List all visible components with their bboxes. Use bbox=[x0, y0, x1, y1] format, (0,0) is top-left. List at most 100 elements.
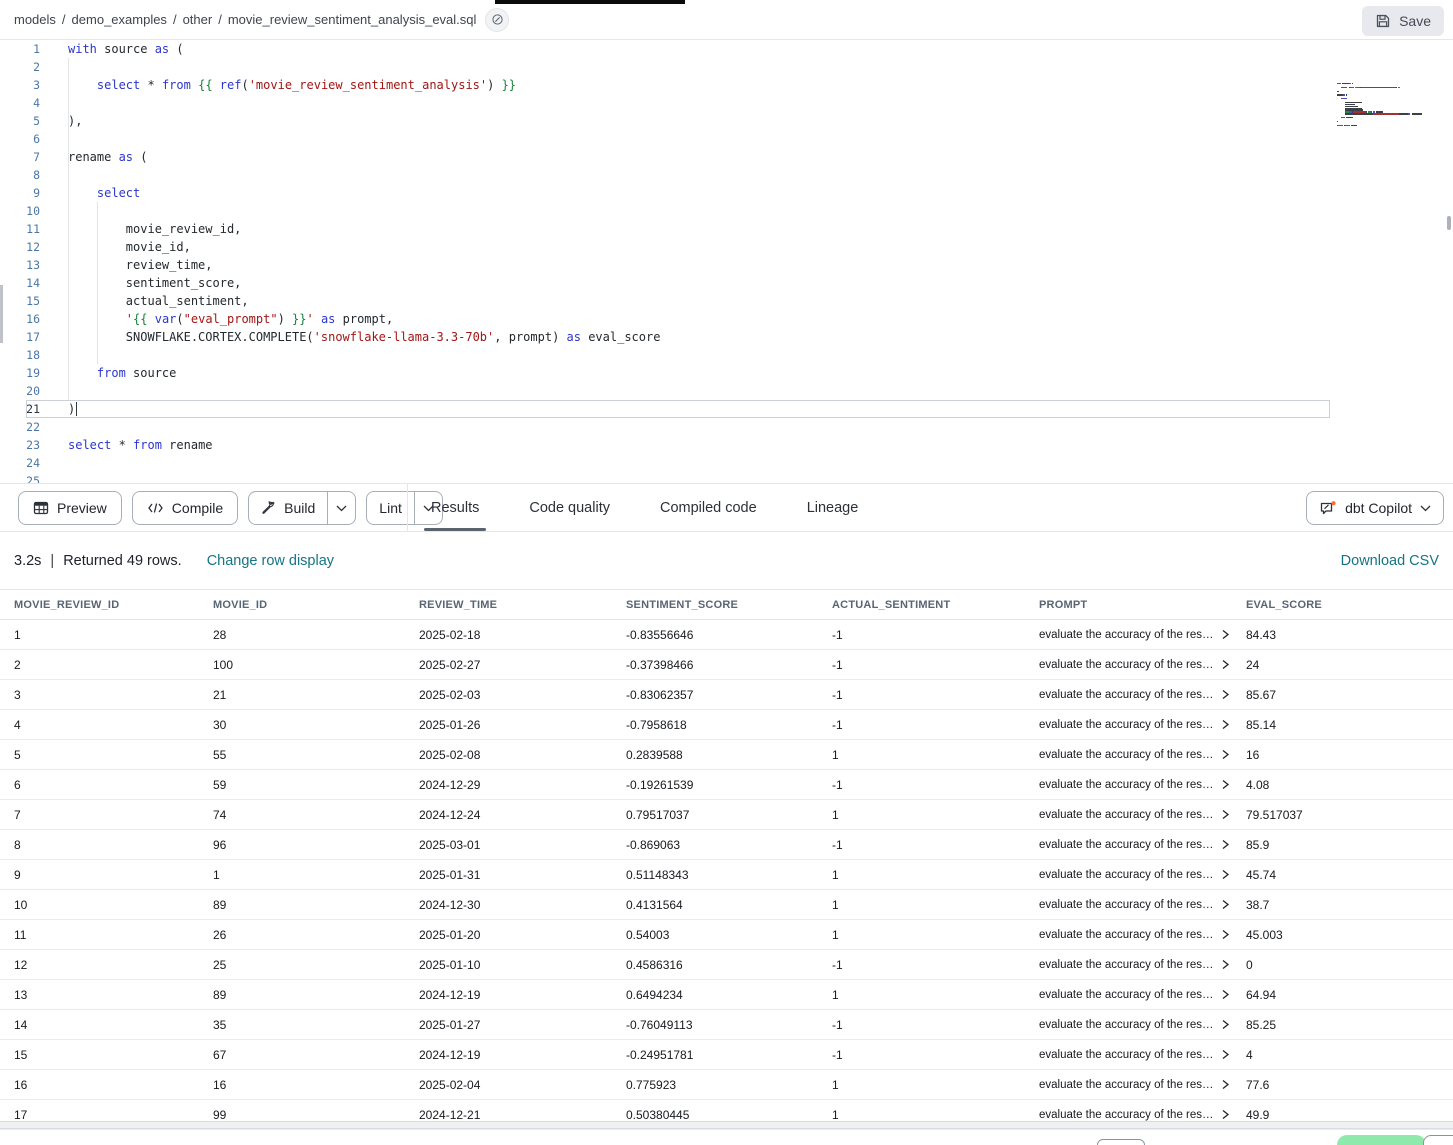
expand-prompt-icon[interactable] bbox=[1221, 1019, 1230, 1030]
breadcrumb-item[interactable]: other bbox=[183, 12, 213, 27]
table-cell: 26 bbox=[213, 928, 419, 942]
build-dropdown-toggle[interactable] bbox=[327, 492, 355, 524]
table-body: 1282025-02-18-0.83556646-1evaluate the a… bbox=[0, 620, 1453, 1130]
eval-score-cell: 0 bbox=[1246, 958, 1453, 972]
save-button[interactable]: Save bbox=[1362, 6, 1444, 36]
table-cell: -0.37398466 bbox=[626, 658, 832, 672]
breadcrumb-item[interactable]: models bbox=[14, 12, 56, 27]
expand-prompt-icon[interactable] bbox=[1221, 869, 1230, 880]
table-cell: 10 bbox=[0, 898, 213, 912]
table-cell: 2025-02-03 bbox=[419, 688, 626, 702]
expand-prompt-icon[interactable] bbox=[1221, 839, 1230, 850]
table-cell: 4 bbox=[0, 718, 213, 732]
sql-code-editor[interactable]: 1with source as (23 select * from {{ ref… bbox=[0, 40, 1453, 483]
code-icon bbox=[147, 501, 164, 515]
table-cell: 0.51148343 bbox=[626, 868, 832, 882]
eval-score-cell: 38.7 bbox=[1246, 898, 1453, 912]
prompt-preview-text: evaluate the accuracy of the res… bbox=[1039, 899, 1214, 911]
expand-prompt-icon[interactable] bbox=[1221, 809, 1230, 820]
breadcrumb-separator: / bbox=[173, 12, 177, 27]
table-row: 12252025-01-100.4586316-1evaluate the ac… bbox=[0, 950, 1453, 980]
expand-prompt-icon[interactable] bbox=[1221, 899, 1230, 910]
expand-prompt-icon[interactable] bbox=[1221, 989, 1230, 1000]
line-number: 3 bbox=[0, 76, 40, 94]
partial-green-button[interactable] bbox=[1337, 1135, 1426, 1145]
table-cell: 2024-12-21 bbox=[419, 1108, 626, 1122]
table-cell: 1 bbox=[832, 928, 1039, 942]
download-csv-link[interactable]: Download CSV bbox=[1341, 553, 1439, 569]
preview-button[interactable]: Preview bbox=[18, 491, 122, 525]
change-row-display-link[interactable]: Change row display bbox=[207, 553, 334, 569]
horizontal-scrollbar[interactable] bbox=[0, 1121, 1453, 1129]
table-cell: 25 bbox=[213, 958, 419, 972]
prompt-preview-text: evaluate the accuracy of the res… bbox=[1039, 719, 1214, 731]
code-line: 6 bbox=[0, 130, 1453, 148]
table-cell: 2025-01-26 bbox=[419, 718, 626, 732]
table-cell: 2025-02-08 bbox=[419, 748, 626, 762]
line-number: 9 bbox=[0, 184, 40, 202]
prompt-preview-text: evaluate the accuracy of the res… bbox=[1039, 779, 1214, 791]
breadcrumb-item[interactable]: demo_examples bbox=[72, 12, 167, 27]
code-line: 4 bbox=[0, 94, 1453, 112]
code-line: 21) bbox=[0, 400, 1453, 418]
table-cell: 2025-02-04 bbox=[419, 1078, 626, 1092]
expand-prompt-icon[interactable] bbox=[1221, 1109, 1230, 1120]
code-line: 7rename as ( bbox=[0, 148, 1453, 166]
tab-lineage[interactable]: Lineage bbox=[800, 484, 866, 531]
table-row: 7742024-12-240.795170371evaluate the acc… bbox=[0, 800, 1453, 830]
table-row: 5552025-02-080.28395881evaluate the accu… bbox=[0, 740, 1453, 770]
code-line: 5), bbox=[0, 112, 1453, 130]
expand-prompt-icon[interactable] bbox=[1221, 779, 1230, 790]
build-button[interactable]: Build bbox=[249, 492, 327, 524]
prompt-preview-text: evaluate the accuracy of the res… bbox=[1039, 689, 1214, 701]
column-header: REVIEW_TIME bbox=[419, 599, 626, 611]
prompt-cell: evaluate the accuracy of the res… bbox=[1039, 929, 1246, 941]
table-cell: 28 bbox=[213, 628, 419, 642]
expand-prompt-icon[interactable] bbox=[1221, 1079, 1230, 1090]
indent-guide bbox=[68, 58, 69, 400]
table-cell: 11 bbox=[0, 928, 213, 942]
expand-prompt-icon[interactable] bbox=[1221, 1049, 1230, 1060]
table-row: 3212025-02-03-0.83062357-1evaluate the a… bbox=[0, 680, 1453, 710]
expand-prompt-icon[interactable] bbox=[1221, 749, 1230, 760]
tab-code-quality[interactable]: Code quality bbox=[522, 484, 617, 531]
dbt-copilot-button[interactable]: dbt Copilot bbox=[1306, 491, 1444, 525]
line-number: 12 bbox=[0, 238, 40, 256]
expand-prompt-icon[interactable] bbox=[1221, 689, 1230, 700]
partial-button[interactable] bbox=[1097, 1139, 1145, 1145]
breadcrumb-item[interactable]: movie_review_sentiment_analysis_eval.sql bbox=[228, 12, 477, 27]
editor-minimap[interactable] bbox=[1337, 83, 1443, 130]
prompt-preview-text: evaluate the accuracy of the res… bbox=[1039, 929, 1214, 941]
prompt-cell: evaluate the accuracy of the res… bbox=[1039, 659, 1246, 671]
file-status-icon[interactable] bbox=[485, 8, 509, 32]
code-line: 12 movie_id, bbox=[0, 238, 1453, 256]
table-cell: -0.76049113 bbox=[626, 1018, 832, 1032]
table-cell: -1 bbox=[832, 688, 1039, 702]
expand-prompt-icon[interactable] bbox=[1221, 659, 1230, 670]
table-cell: 2025-01-20 bbox=[419, 928, 626, 942]
tab-results[interactable]: Results bbox=[424, 484, 486, 531]
tab-compiled-code[interactable]: Compiled code bbox=[653, 484, 764, 531]
prompt-preview-text: evaluate the accuracy of the res… bbox=[1039, 1019, 1214, 1031]
table-cell: -0.19261539 bbox=[626, 778, 832, 792]
expand-prompt-icon[interactable] bbox=[1221, 629, 1230, 640]
prompt-cell: evaluate the accuracy of the res… bbox=[1039, 839, 1246, 851]
partial-outline-button[interactable] bbox=[1423, 1135, 1453, 1145]
table-cell: 1 bbox=[832, 1078, 1039, 1092]
table-cell: 0.6494234 bbox=[626, 988, 832, 1002]
expand-prompt-icon[interactable] bbox=[1221, 929, 1230, 940]
table-cell: 100 bbox=[213, 658, 419, 672]
line-number: 14 bbox=[0, 274, 40, 292]
build-button-group: Build bbox=[248, 491, 356, 525]
table-cell: 0.2839588 bbox=[626, 748, 832, 762]
table-cell: -1 bbox=[832, 718, 1039, 732]
prompt-cell: evaluate the accuracy of the res… bbox=[1039, 959, 1246, 971]
table-cell: 2024-12-29 bbox=[419, 778, 626, 792]
expand-prompt-icon[interactable] bbox=[1221, 719, 1230, 730]
dbt-ide-window: models/demo_examples/other/movie_review_… bbox=[0, 0, 1453, 1145]
table-cell: -0.869063 bbox=[626, 838, 832, 852]
compile-button[interactable]: Compile bbox=[132, 491, 238, 525]
editor-scrollbar-thumb[interactable] bbox=[1447, 216, 1451, 230]
query-status-row: 3.2s | Returned 49 rows. Change row disp… bbox=[0, 532, 1453, 589]
expand-prompt-icon[interactable] bbox=[1221, 959, 1230, 970]
